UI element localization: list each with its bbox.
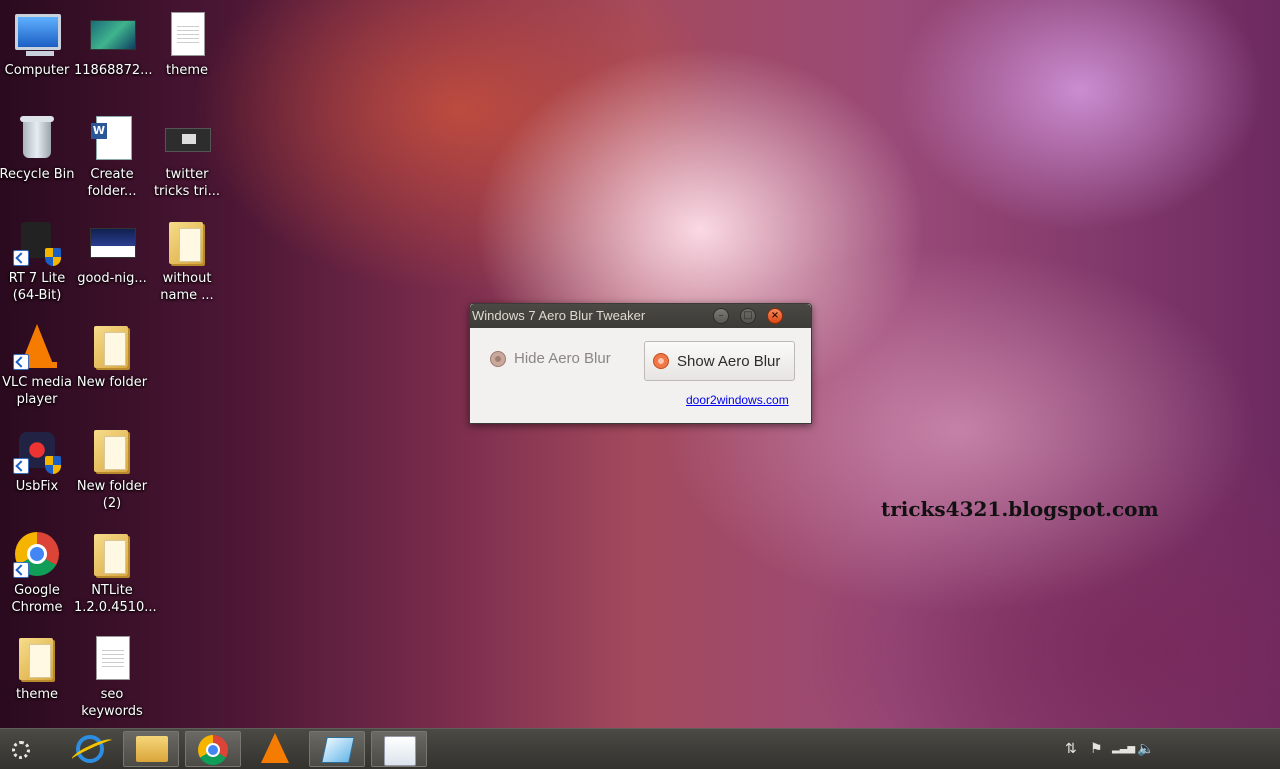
desktop-icon-label: theme <box>166 63 208 78</box>
glass-app-icon <box>321 737 355 763</box>
folder-icon <box>19 638 53 680</box>
folder-icon <box>169 222 203 264</box>
shield-icon <box>45 456 61 474</box>
taskbar-internet-explorer[interactable] <box>60 731 116 767</box>
desktop-icon-label: Recycle Bin <box>0 167 75 182</box>
desktop-icon-label: good-nig... <box>77 271 147 286</box>
door2windows-link[interactable]: door2windows.com <box>686 393 789 407</box>
blank-window-icon <box>384 736 416 766</box>
taskbar-chrome[interactable] <box>185 731 241 767</box>
folder-icon <box>94 534 128 576</box>
window-title: Windows 7 Aero Blur Tweaker <box>472 308 646 323</box>
image-thumbnail-icon <box>90 228 136 258</box>
hide-aero-blur-option[interactable]: Hide Aero Blur <box>490 350 611 367</box>
maximize-button[interactable]: □ <box>740 308 756 324</box>
desktop-icon-label: Google Chrome <box>11 583 63 615</box>
shortcut-arrow-icon <box>13 562 29 578</box>
desktop-icon-label: New folder <box>76 375 148 390</box>
desktop-icon-new-folder-2[interactable]: New folder (2) <box>74 426 150 512</box>
aero-blur-tweaker-window: Windows 7 Aero Blur Tweaker – □ × Hide A… <box>469 303 812 424</box>
flag-icon[interactable]: ⚑ <box>1090 741 1103 757</box>
desktop-icon-label: Create folder... <box>87 167 137 199</box>
start-button[interactable] <box>0 731 48 767</box>
volume-icon[interactable]: 🔈 <box>1137 741 1154 757</box>
show-aero-blur-option[interactable]: Show Aero Blur <box>644 341 795 381</box>
folder-icon <box>94 430 128 472</box>
desktop-icon-google-chrome[interactable]: Google Chrome <box>0 530 75 616</box>
word-document-icon <box>91 116 132 160</box>
start-icon <box>12 741 30 759</box>
desktop-icon-seo-keywords[interactable]: seo keywords <box>74 634 150 720</box>
desktop-icon-label: seo keywords <box>81 687 143 719</box>
desktop-icon-rt7lite[interactable]: RT 7 Lite (64-Bit) <box>0 218 75 304</box>
desktop-icon-new-folder[interactable]: New folder <box>74 322 150 391</box>
file-explorer-icon <box>136 736 168 762</box>
internet-explorer-icon <box>76 735 104 763</box>
desktop-icon-label: NTLite 1.2.0.4510... <box>74 583 157 615</box>
taskbar: ⇅ ⚑ ▂▃▅ 🔈 <box>0 728 1280 769</box>
desktop-icon-label: RT 7 Lite (64-Bit) <box>8 271 66 303</box>
desktop-icon-good-night[interactable]: good-nig... <box>74 218 150 287</box>
desktop-icon-label: UsbFix <box>15 479 59 494</box>
radio-unselected-icon[interactable] <box>490 350 506 367</box>
desktop-icon-image-file[interactable]: 11868872... <box>74 10 153 79</box>
taskbar-file-explorer[interactable] <box>123 731 179 767</box>
desktop-icon-label: theme <box>16 687 58 702</box>
vlc-icon <box>261 733 289 763</box>
chrome-icon <box>198 735 228 765</box>
desktop-icon-label: VLC media player <box>2 375 72 407</box>
taskbar-blank-window[interactable] <box>371 731 427 767</box>
taskbar-vlc[interactable] <box>247 731 303 767</box>
desktop-icon-theme-folder[interactable]: theme <box>0 634 75 703</box>
image-thumbnail-icon <box>165 128 211 152</box>
shortcut-arrow-icon <box>13 458 29 474</box>
desktop-icon-label: 11868872... <box>74 63 153 78</box>
desktop-icon-theme-file[interactable]: theme <box>149 10 225 79</box>
desktop-icon-usbfix[interactable]: UsbFix <box>0 426 75 495</box>
minimize-button[interactable]: – <box>713 308 729 324</box>
shortcut-arrow-icon <box>13 354 29 370</box>
shortcut-arrow-icon <box>13 250 29 266</box>
desktop-icon-label: twitter tricks tri... <box>153 167 221 199</box>
desktop-icon-label: without name ... <box>160 271 214 303</box>
desktop-icon-create-folder[interactable]: Create folder... <box>74 114 150 200</box>
desktop-icon-recycle-bin[interactable]: Recycle Bin <box>0 114 75 183</box>
recycle-bin-icon <box>20 116 54 158</box>
taskbar-glass-app[interactable] <box>309 731 365 767</box>
window-titlebar[interactable]: Windows 7 Aero Blur Tweaker – □ × <box>470 304 811 328</box>
desktop-icon-twitter-tricks[interactable]: twitter tricks tri... <box>149 114 225 200</box>
blog-watermark: tricks4321.blogspot.com <box>881 497 1159 521</box>
desktop-icon-label: New folder (2) <box>76 479 148 511</box>
desktop-icon-without-name[interactable]: without name ... <box>149 218 225 304</box>
close-button[interactable]: × <box>767 308 783 324</box>
desktop-icon-label: Computer <box>4 63 70 78</box>
signal-icon[interactable]: ▂▃▅ <box>1112 743 1135 754</box>
hide-aero-blur-label: Hide Aero Blur <box>514 350 611 367</box>
computer-icon <box>15 14 61 56</box>
desktop-icon-computer[interactable]: Computer <box>0 10 75 79</box>
show-aero-blur-label: Show Aero Blur <box>677 352 781 370</box>
text-document-icon <box>96 636 130 680</box>
radio-selected-icon[interactable] <box>653 353 669 369</box>
network-icon[interactable]: ⇅ <box>1065 741 1077 757</box>
folder-icon <box>94 326 128 368</box>
desktop-icon-vlc[interactable]: VLC media player <box>0 322 75 408</box>
desktop-icon-ntlite[interactable]: NTLite 1.2.0.4510... <box>74 530 157 616</box>
image-thumbnail-icon <box>90 20 136 50</box>
text-document-icon <box>171 12 205 56</box>
shield-icon <box>45 248 61 266</box>
